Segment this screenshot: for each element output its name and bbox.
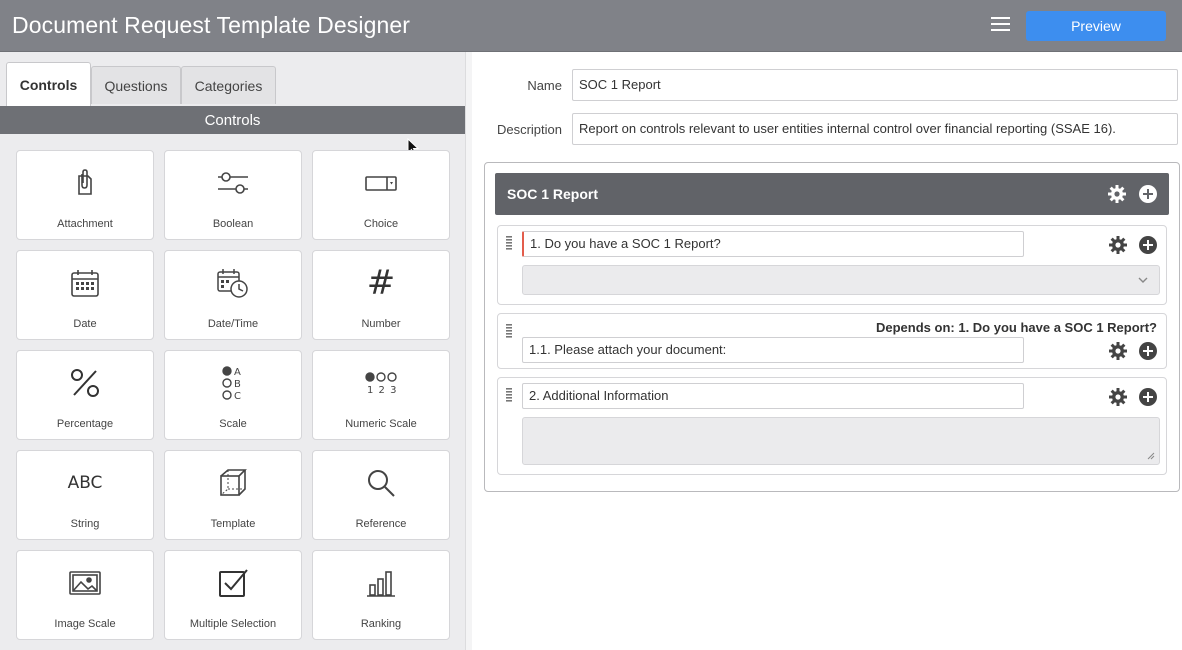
control-attachment[interactable]: Attachment	[16, 150, 154, 240]
plus-circle-icon[interactable]	[1138, 341, 1158, 361]
answer-dropdown[interactable]	[522, 265, 1160, 295]
chevron-down-icon	[1138, 277, 1148, 283]
image-icon	[17, 565, 153, 601]
control-multiple-selection[interactable]: Multiple Selection	[164, 550, 302, 640]
preview-button[interactable]: Preview	[1026, 11, 1166, 41]
control-label: Number	[361, 318, 401, 330]
plus-circle-icon[interactable]	[1138, 387, 1158, 407]
control-label: Multiple Selection	[189, 618, 277, 630]
gear-icon[interactable]	[1108, 341, 1128, 361]
control-label: Date/Time	[207, 318, 259, 330]
gear-icon[interactable]	[1108, 235, 1128, 255]
control-label: Choice	[363, 218, 399, 230]
control-number[interactable]: # Number	[312, 250, 450, 340]
plus-circle-icon[interactable]	[1138, 184, 1158, 204]
control-label: Template	[210, 518, 256, 530]
drag-handle-icon[interactable]	[506, 388, 512, 402]
hash-icon: #	[313, 263, 449, 303]
control-choice[interactable]: Choice	[312, 150, 450, 240]
question-card-1-1[interactable]: Depends on: 1. Do you have a SOC 1 Repor…	[497, 313, 1167, 369]
survey-title: SOC 1 Report	[507, 186, 599, 202]
app-title: Document Request Template Designer	[12, 12, 411, 38]
scale-letter-a: A	[234, 367, 241, 378]
control-label: Scale	[219, 418, 247, 430]
calendar-icon	[17, 265, 153, 301]
bar-chart-icon	[313, 565, 449, 601]
control-label: Ranking	[360, 618, 402, 630]
panel-divider[interactable]	[465, 52, 472, 650]
control-string[interactable]: ABC String	[16, 450, 154, 540]
control-label: Date	[73, 318, 97, 330]
drag-handle-icon[interactable]	[506, 324, 512, 338]
depends-on-label: Depends on: 1. Do you have a SOC 1 Repor…	[876, 320, 1157, 335]
magnifier-icon	[313, 465, 449, 501]
toggle-sliders-icon	[165, 165, 301, 201]
question-title-input[interactable]: 2. Additional Information	[522, 383, 1024, 409]
gear-icon[interactable]	[1107, 184, 1127, 204]
scale-letter-c: C	[234, 391, 241, 401]
app-header: Document Request Template Designer Previ…	[0, 0, 1182, 52]
numeric-scale-icon: 1 2 3	[313, 365, 449, 401]
name-input[interactable]: SOC 1 Report	[572, 69, 1178, 101]
question-title-input[interactable]: 1.1. Please attach your document:	[522, 337, 1024, 363]
control-image-scale[interactable]: Image Scale	[16, 550, 154, 640]
gear-icon[interactable]	[1108, 387, 1128, 407]
control-percentage[interactable]: Percentage	[16, 350, 154, 440]
drag-handle-icon[interactable]	[506, 236, 512, 250]
control-ranking[interactable]: Ranking	[312, 550, 450, 640]
plus-circle-icon[interactable]	[1138, 235, 1158, 255]
question-card-2[interactable]: 2. Additional Information	[497, 377, 1167, 475]
control-scale[interactable]: A B C Scale	[164, 350, 302, 440]
control-reference[interactable]: Reference	[312, 450, 450, 540]
checkbox-checked-icon	[165, 565, 301, 601]
answer-textarea[interactable]	[522, 417, 1160, 465]
tab-questions[interactable]: Questions	[91, 66, 181, 104]
control-boolean[interactable]: Boolean	[164, 150, 302, 240]
scale-letter-b: B	[234, 379, 241, 390]
controls-section-title: Controls	[0, 106, 465, 134]
control-label: Image Scale	[54, 618, 116, 630]
control-label: Attachment	[57, 218, 113, 230]
description-input[interactable]: Report on controls relevant to user enti…	[572, 113, 1178, 145]
survey-header: SOC 1 Report	[495, 173, 1169, 215]
attachment-icon	[17, 165, 153, 201]
question-title-input[interactable]: 1. Do you have a SOC 1 Report?	[522, 231, 1024, 257]
hash-glyph: #	[366, 263, 396, 303]
tab-controls[interactable]: Controls	[6, 62, 91, 106]
dropdown-select-icon	[313, 165, 449, 201]
calendar-clock-icon	[165, 265, 301, 301]
scale-options-icon: A B C	[165, 365, 301, 401]
control-label: String	[70, 518, 100, 530]
abc-glyph: ABC	[67, 473, 103, 493]
cube-icon	[165, 465, 301, 501]
designer-panel: Name SOC 1 Report Description Report on …	[472, 52, 1182, 650]
question-card-1[interactable]: 1. Do you have a SOC 1 Report?	[497, 225, 1167, 305]
tab-categories[interactable]: Categories	[181, 66, 276, 104]
resize-grip-icon[interactable]	[1146, 451, 1155, 460]
control-template[interactable]: Template	[164, 450, 302, 540]
control-label: Boolean	[212, 218, 254, 230]
control-numeric-scale[interactable]: 1 2 3 Numeric Scale	[312, 350, 450, 440]
control-date[interactable]: Date	[16, 250, 154, 340]
control-date-time[interactable]: Date/Time	[164, 250, 302, 340]
numeric-scale-digits: 1 2 3	[367, 385, 397, 396]
control-label: Reference	[355, 518, 407, 530]
control-label: Numeric Scale	[345, 418, 417, 430]
survey-container: SOC 1 Report 1. Do you have a SOC 1 Repo…	[484, 162, 1180, 492]
description-label: Description	[496, 122, 562, 137]
left-panel: Controls Questions Categories Controls A…	[0, 52, 465, 650]
control-label: Percentage	[56, 418, 114, 430]
hamburger-menu-icon[interactable]	[991, 17, 1010, 33]
percent-icon	[17, 365, 153, 401]
name-label: Name	[527, 78, 562, 93]
abc-text-icon: ABC	[17, 465, 153, 501]
